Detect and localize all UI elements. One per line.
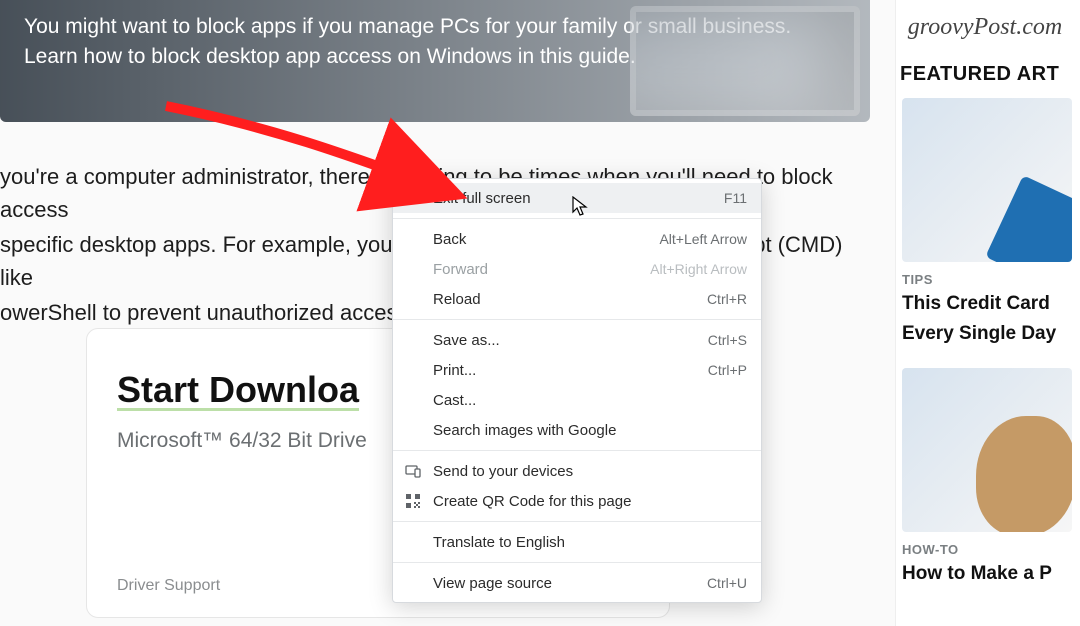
- menu-item-translate[interactable]: Translate to English: [393, 527, 761, 557]
- menu-item-shortcut: Ctrl+P: [708, 362, 747, 378]
- featured-heading: FEATURED ART: [896, 63, 1080, 98]
- card-title[interactable]: This Credit Card: [902, 291, 1080, 317]
- menu-item-shortcut: Ctrl+R: [707, 291, 747, 307]
- menu-item-label: Exit full screen: [433, 190, 724, 207]
- menu-item-shortcut: Ctrl+U: [707, 575, 747, 591]
- menu-item-forward: Forward Alt+Right Arrow: [393, 254, 761, 284]
- card-thumb: [902, 368, 1072, 532]
- menu-item-label: Save as...: [433, 332, 708, 349]
- menu-item-label: Create QR Code for this page: [433, 493, 747, 510]
- context-menu: Exit full screen F11 Back Alt+Left Arrow…: [392, 178, 762, 603]
- featured-card[interactable]: HOW-TO How to Make a P: [902, 368, 1080, 587]
- site-brand[interactable]: groovyPost.com: [896, 0, 1080, 63]
- menu-item-shortcut: Alt+Right Arrow: [650, 261, 747, 277]
- menu-item-send-devices[interactable]: Send to your devices: [393, 456, 761, 486]
- card-category: HOW-TO: [902, 542, 1080, 557]
- menu-item-save-as[interactable]: Save as... Ctrl+S: [393, 325, 761, 355]
- menu-item-label: Reload: [433, 291, 707, 308]
- hero-decor: [630, 6, 860, 116]
- menu-item-qr-code[interactable]: Create QR Code for this page: [393, 486, 761, 516]
- menu-item-label: Print...: [433, 362, 708, 379]
- menu-separator: [393, 319, 761, 320]
- menu-item-cast[interactable]: Cast...: [393, 385, 761, 415]
- menu-item-shortcut: F11: [724, 190, 747, 206]
- menu-item-label: Forward: [433, 261, 650, 278]
- menu-separator: [393, 218, 761, 219]
- menu-item-label: Search images with Google: [433, 422, 747, 439]
- menu-item-print[interactable]: Print... Ctrl+P: [393, 355, 761, 385]
- featured-card[interactable]: TIPS This Credit Card Every Single Day: [902, 98, 1080, 346]
- card-title[interactable]: Every Single Day: [902, 321, 1080, 347]
- menu-item-view-source[interactable]: View page source Ctrl+U: [393, 568, 761, 598]
- menu-item-exit-fullscreen[interactable]: Exit full screen F11: [393, 183, 761, 213]
- menu-item-label: Send to your devices: [433, 463, 747, 480]
- menu-item-back[interactable]: Back Alt+Left Arrow: [393, 224, 761, 254]
- menu-item-shortcut: Alt+Left Arrow: [659, 231, 747, 247]
- menu-item-shortcut: Ctrl+S: [708, 332, 747, 348]
- menu-separator: [393, 521, 761, 522]
- card-title[interactable]: How to Make a P: [902, 561, 1080, 587]
- menu-separator: [393, 562, 761, 563]
- hero-banner: You might want to block apps if you mana…: [0, 0, 870, 122]
- menu-separator: [393, 450, 761, 451]
- menu-item-label: Translate to English: [433, 534, 747, 551]
- menu-item-label: View page source: [433, 575, 707, 592]
- card-thumb: [902, 98, 1072, 262]
- menu-item-reload[interactable]: Reload Ctrl+R: [393, 284, 761, 314]
- card-category: TIPS: [902, 272, 1080, 287]
- sidebar: groovyPost.com FEATURED ART TIPS This Cr…: [895, 0, 1080, 626]
- devices-icon: [405, 463, 421, 479]
- qr-icon: [405, 493, 421, 509]
- menu-item-label: Cast...: [433, 392, 747, 409]
- menu-item-search-images[interactable]: Search images with Google: [393, 415, 761, 445]
- ad-sponsor: Driver Support: [117, 577, 220, 595]
- menu-item-label: Back: [433, 231, 659, 248]
